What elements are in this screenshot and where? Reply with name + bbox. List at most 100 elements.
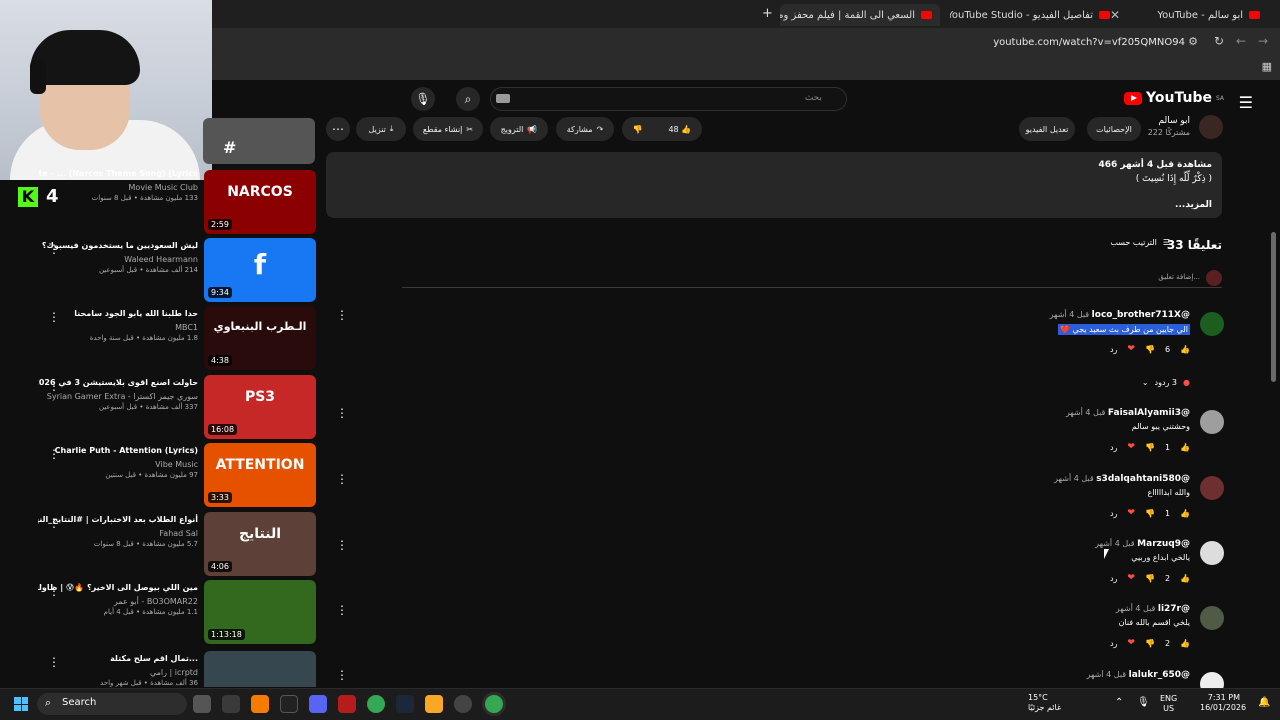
download-button[interactable]: تنزيل ⤓ <box>356 117 406 141</box>
recommended-video[interactable]: الـطرب البنبعاوي 4:38 حدا طلبنا الله يابو… <box>20 306 316 370</box>
discord-icon[interactable] <box>309 695 327 713</box>
comment-menu-icon[interactable]: ⋮ <box>336 538 348 552</box>
comment-time[interactable]: قبل 4 أشهر <box>1054 474 1094 483</box>
recommended-video[interactable]: ATTENTION 3:33 Charlie Puth - Attention (… <box>20 443 316 507</box>
video-title[interactable]: Charlie Puth - Attention (Lyrics) <box>38 445 198 456</box>
video-thumbnail[interactable]: f 9:34 <box>204 238 316 302</box>
recommended-video[interactable]: النتايج 4:06 أنواع الطلاب بعد الاختبارات … <box>20 512 316 576</box>
video-channel[interactable]: Fahad Sal <box>38 529 198 538</box>
taskbar-search[interactable]: ⌕ Search <box>37 693 187 715</box>
task-view-icon[interactable] <box>193 695 211 713</box>
dislike-icon[interactable]: 👎 <box>1145 509 1155 518</box>
chevron-up-icon[interactable]: ⌃ <box>1115 697 1123 708</box>
tab-channel[interactable]: ابو سالم - YouTube ✕ <box>1110 4 1260 26</box>
commenter-avatar[interactable] <box>1200 541 1224 565</box>
search-icon[interactable]: ⌕ <box>456 87 480 111</box>
app-icon[interactable] <box>222 695 240 713</box>
video-title[interactable]: ليش السعوديين ما يستخدمون فيسبوك؟ <box>38 240 198 251</box>
edit-video-button[interactable]: تعديل الفيديو <box>1019 117 1075 141</box>
chrome-icon[interactable] <box>367 695 385 713</box>
video-thumbnail[interactable]: ATTENTION 3:33 <box>204 443 316 507</box>
more-actions-icon[interactable]: ⋯ <box>326 117 350 141</box>
video-menu-icon[interactable]: ⋮ <box>48 310 60 324</box>
youtube-logo[interactable]: YouTube SA <box>1124 90 1224 106</box>
video-channel[interactable]: سوري جيمر اكسترا - Syrian Gamer Extra <box>38 392 198 401</box>
dislike-icon[interactable]: 👎 <box>1145 345 1155 354</box>
creator-heart-icon[interactable]: ❤ <box>1127 344 1135 354</box>
hamburger-menu-icon[interactable]: ☰ <box>1239 93 1253 112</box>
language-indicator[interactable]: ENG US <box>1160 694 1177 714</box>
video-thumbnail[interactable]: 1:13:18 <box>204 580 316 644</box>
app-icon[interactable] <box>454 695 472 713</box>
creator-heart-icon[interactable]: ❤ <box>1127 442 1135 452</box>
video-menu-icon[interactable]: ⋮ <box>48 516 60 530</box>
video-thumbnail[interactable] <box>204 651 316 687</box>
new-tab-button[interactable]: + <box>762 6 773 21</box>
back-icon[interactable]: ← <box>1236 34 1246 48</box>
recommended-video[interactable]: 1:13:18 مين اللي بيوصل الى الاخير؟ 🔥😰 | … <box>20 580 316 644</box>
video-title[interactable]: حاولت اصنع اقوى بلايستيشن 3 في 2026 ! <box>38 377 198 388</box>
video-channel[interactable]: Waleed Hearmann <box>38 255 198 264</box>
video-channel[interactable]: MBC1 <box>38 323 198 332</box>
video-title[interactable]: أنواع الطلاب بعد الاختبارات | #النتايج_ا… <box>38 514 198 525</box>
show-more-link[interactable]: ...المزيد <box>1175 200 1212 210</box>
keyboard-icon[interactable] <box>496 94 510 103</box>
video-title[interactable]: Noango Amarante - ... (Narcos Theme Song… <box>38 168 198 179</box>
video-menu-icon[interactable]: ⋮ <box>48 584 60 598</box>
creator-heart-icon[interactable]: ❤ <box>1127 573 1135 583</box>
creator-heart-icon[interactable]: ❤ <box>1127 508 1135 518</box>
recommended-video[interactable]: ...تمال اقم سلح مكتلة icrptd | رامي 36 ألف… <box>20 651 316 687</box>
reply-button[interactable]: رد <box>1110 345 1117 354</box>
sort-by-button[interactable]: الترتيب حسب ☰ <box>1110 238 1170 247</box>
video-thumbnail-partial[interactable]: # <box>203 118 315 164</box>
video-thumbnail[interactable]: الـطرب البنبعاوي 4:38 <box>204 306 316 370</box>
clip-button[interactable]: إنشاء مقطع ✂ <box>413 117 483 141</box>
dislike-icon[interactable]: 👎 <box>1145 574 1155 583</box>
share-button[interactable]: مشاركة ↷ <box>556 117 614 141</box>
comment-time[interactable]: قبل 4 أشهر <box>1066 408 1106 417</box>
video-description[interactable]: 466 مشاهدة قبل 4 أشهر ( ذِكْرٌ لِّلّه إِ… <box>326 152 1222 218</box>
like-icon[interactable]: 👍 <box>1180 345 1190 354</box>
search-input[interactable]: بحث <box>490 87 847 111</box>
channel-name[interactable]: ابو سالم <box>1148 116 1190 126</box>
video-channel[interactable]: Vibe Music <box>38 460 198 469</box>
recommended-video[interactable]: PS3 16:08 حاولت اصنع اقوى بلايستيشن 3 في … <box>20 375 316 439</box>
creator-heart-icon[interactable]: ❤ <box>1127 638 1135 648</box>
video-menu-icon[interactable]: ⋮ <box>48 242 60 256</box>
dislike-icon[interactable]: 👎 <box>1145 639 1155 648</box>
video-title[interactable]: حدا طلبنا الله يابو الجود سامحنا <box>38 308 198 319</box>
tab-studio[interactable]: تفاصيل الفيديو - YouTube Studio ✕ <box>950 4 1110 26</box>
dislike-icon[interactable]: 👎 <box>633 125 643 134</box>
comment-author[interactable]: @FaisalAlyamii3 <box>1108 408 1190 418</box>
comment-menu-icon[interactable]: ⋮ <box>336 308 348 322</box>
video-title[interactable]: ...تمال اقم سلح مكتلة <box>38 653 198 664</box>
comment-author[interactable]: @s3dalqahtani580 <box>1096 474 1190 484</box>
replies-toggle[interactable]: ● 3 ردود ⌄ <box>1142 378 1190 387</box>
video-thumbnail[interactable]: NARCOS 2:59 <box>204 170 316 234</box>
page-scrollbar[interactable] <box>1271 232 1276 382</box>
video-menu-icon[interactable]: ⋮ <box>48 447 60 461</box>
channel-avatar[interactable] <box>1199 115 1223 139</box>
windows-start-icon[interactable] <box>14 697 28 711</box>
comment-time[interactable]: قبل 4 أشهر <box>1095 539 1135 548</box>
steam-icon[interactable] <box>396 695 414 713</box>
epic-games-icon[interactable] <box>280 695 298 713</box>
commenter-avatar[interactable] <box>1200 410 1224 434</box>
analytics-button[interactable]: الإحصائيات <box>1087 117 1141 141</box>
comment-author[interactable]: @loco_brother711X <box>1092 310 1190 320</box>
commenter-avatar[interactable] <box>1200 476 1224 500</box>
comment-menu-icon[interactable]: ⋮ <box>336 603 348 617</box>
promote-button[interactable]: الترويج 📢 <box>490 117 548 141</box>
chrome-active-icon[interactable] <box>485 695 503 713</box>
dislike-icon[interactable]: 👎 <box>1145 443 1155 452</box>
comment-time[interactable]: قبل 4 أشهر <box>1087 670 1127 679</box>
system-clock[interactable]: 7:31 PM 16/01/2026 <box>1200 693 1246 713</box>
notification-bell-icon[interactable]: 🔔 <box>1258 697 1270 708</box>
commenter-avatar[interactable] <box>1200 672 1224 688</box>
like-button[interactable]: 48 👍 <box>668 125 691 134</box>
video-channel[interactable]: Movie Music Club <box>38 183 198 192</box>
apps-grid-icon[interactable]: ▦ <box>1262 60 1272 73</box>
comment-author[interactable]: @lalukr_650 <box>1129 670 1190 680</box>
weather-widget[interactable]: 15°C غائم جزئيًا <box>1028 693 1061 713</box>
add-comment-field[interactable]: إضافة تعليق... <box>402 268 1222 288</box>
